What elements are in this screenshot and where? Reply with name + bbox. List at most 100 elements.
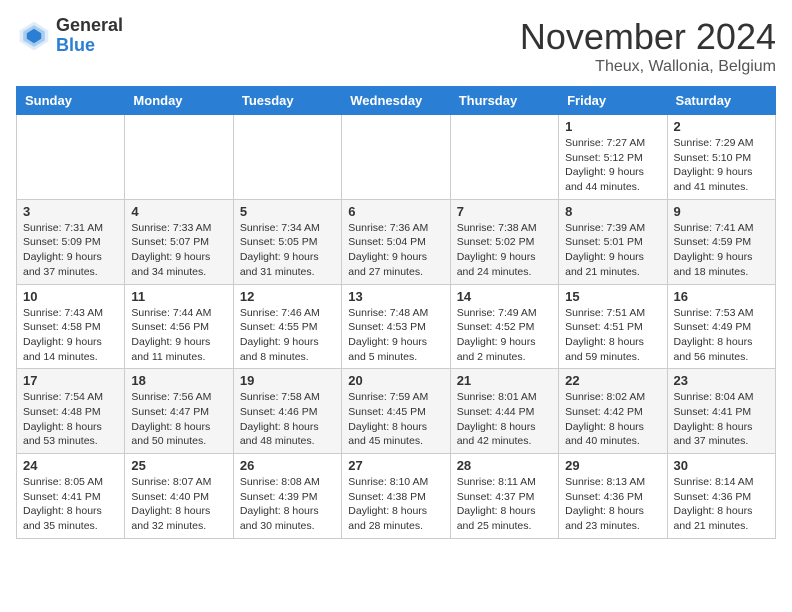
calendar-week-row: 10 Sunrise: 7:43 AM Sunset: 4:58 PM Dayli… (17, 284, 776, 369)
day-info: Sunrise: 7:34 AM Sunset: 5:05 PM Dayligh… (240, 221, 335, 280)
day-info: Sunrise: 7:58 AM Sunset: 4:46 PM Dayligh… (240, 390, 335, 449)
calendar-cell: 18Sunrise: 7:56 AM Sunset: 4:47 PM Dayli… (125, 369, 233, 454)
calendar-cell: 20Sunrise: 7:59 AM Sunset: 4:45 PM Dayli… (342, 369, 450, 454)
day-info: Sunrise: 7:31 AM Sunset: 5:09 PM Dayligh… (23, 221, 118, 280)
weekday-header: Friday (559, 87, 667, 115)
calendar-cell: 30Sunrise: 8:14 AM Sunset: 4:36 PM Dayli… (667, 454, 775, 539)
calendar-table: SundayMondayTuesdayWednesdayThursdayFrid… (16, 86, 776, 539)
day-info: Sunrise: 7:46 AM Sunset: 4:55 PM Dayligh… (240, 306, 335, 365)
day-info: Sunrise: 8:04 AM Sunset: 4:41 PM Dayligh… (674, 390, 769, 449)
calendar-cell: 21Sunrise: 8:01 AM Sunset: 4:44 PM Dayli… (450, 369, 558, 454)
day-number: 15 (565, 289, 660, 304)
day-info: Sunrise: 7:54 AM Sunset: 4:48 PM Dayligh… (23, 390, 118, 449)
day-info: Sunrise: 8:14 AM Sunset: 4:36 PM Dayligh… (674, 475, 769, 534)
calendar-cell: 13 Sunrise: 7:48 AM Sunset: 4:53 PM Dayli… (342, 284, 450, 369)
weekday-header: Sunday (17, 87, 125, 115)
calendar-cell: 25 Sunrise: 8:07 AM Sunset: 4:40 PM Dayli… (125, 454, 233, 539)
day-info: Sunrise: 7:51 AM Sunset: 4:51 PM Dayligh… (565, 306, 660, 365)
weekday-header: Thursday (450, 87, 558, 115)
day-number: 11 (131, 289, 226, 304)
calendar-header-row: SundayMondayTuesdayWednesdayThursdayFrid… (17, 87, 776, 115)
calendar-cell: 6 Sunrise: 7:36 AM Sunset: 5:04 PM Daylig… (342, 199, 450, 284)
page-header: General Blue November 2024 Theux, Wallon… (16, 16, 776, 76)
calendar-cell (17, 115, 125, 200)
day-number: 26 (240, 458, 335, 473)
day-info: Sunrise: 7:53 AM Sunset: 4:49 PM Dayligh… (674, 306, 769, 365)
calendar-cell: 8Sunrise: 7:39 AM Sunset: 5:01 PM Daylig… (559, 199, 667, 284)
day-info: Sunrise: 8:02 AM Sunset: 4:42 PM Dayligh… (565, 390, 660, 449)
calendar-cell: 16 Sunrise: 7:53 AM Sunset: 4:49 PM Dayli… (667, 284, 775, 369)
day-info: Sunrise: 7:39 AM Sunset: 5:01 PM Dayligh… (565, 221, 660, 280)
calendar-cell: 9Sunrise: 7:41 AM Sunset: 4:59 PM Daylig… (667, 199, 775, 284)
day-number: 7 (457, 204, 552, 219)
weekday-header: Wednesday (342, 87, 450, 115)
day-info: Sunrise: 8:10 AM Sunset: 4:38 PM Dayligh… (348, 475, 443, 534)
calendar-cell (125, 115, 233, 200)
day-number: 25 (131, 458, 226, 473)
calendar-cell: 5 Sunrise: 7:34 AM Sunset: 5:05 PM Daylig… (233, 199, 341, 284)
calendar-cell (342, 115, 450, 200)
calendar-cell: 19Sunrise: 7:58 AM Sunset: 4:46 PM Dayli… (233, 369, 341, 454)
day-number: 1 (565, 119, 660, 134)
day-number: 27 (348, 458, 443, 473)
day-info: Sunrise: 7:29 AM Sunset: 5:10 PM Dayligh… (674, 136, 769, 195)
calendar-cell: 26 Sunrise: 8:08 AM Sunset: 4:39 PM Dayli… (233, 454, 341, 539)
calendar-cell: 10 Sunrise: 7:43 AM Sunset: 4:58 PM Dayli… (17, 284, 125, 369)
weekday-header: Tuesday (233, 87, 341, 115)
calendar-cell: 2 Sunrise: 7:29 AM Sunset: 5:10 PM Daylig… (667, 115, 775, 200)
calendar-cell: 28Sunrise: 8:11 AM Sunset: 4:37 PM Dayli… (450, 454, 558, 539)
month-title: November 2024 (520, 16, 776, 58)
day-number: 17 (23, 373, 118, 388)
day-number: 29 (565, 458, 660, 473)
day-info: Sunrise: 7:38 AM Sunset: 5:02 PM Dayligh… (457, 221, 552, 280)
location-subtitle: Theux, Wallonia, Belgium (520, 58, 776, 76)
day-number: 6 (348, 204, 443, 219)
calendar-cell: 27 Sunrise: 8:10 AM Sunset: 4:38 PM Dayli… (342, 454, 450, 539)
calendar-cell: 29 Sunrise: 8:13 AM Sunset: 4:36 PM Dayli… (559, 454, 667, 539)
logo-text: General Blue (56, 16, 123, 56)
logo-icon (16, 18, 52, 54)
calendar-week-row: 3 Sunrise: 7:31 AM Sunset: 5:09 PM Daylig… (17, 199, 776, 284)
day-number: 2 (674, 119, 769, 134)
day-number: 22 (565, 373, 660, 388)
calendar-cell (233, 115, 341, 200)
day-info: Sunrise: 7:48 AM Sunset: 4:53 PM Dayligh… (348, 306, 443, 365)
calendar-cell: 17 Sunrise: 7:54 AM Sunset: 4:48 PM Dayli… (17, 369, 125, 454)
day-number: 10 (23, 289, 118, 304)
logo-general: General (56, 16, 123, 36)
day-number: 23 (674, 373, 769, 388)
calendar-cell: 7 Sunrise: 7:38 AM Sunset: 5:02 PM Daylig… (450, 199, 558, 284)
day-info: Sunrise: 7:44 AM Sunset: 4:56 PM Dayligh… (131, 306, 226, 365)
calendar-cell: 1Sunrise: 7:27 AM Sunset: 5:12 PM Daylig… (559, 115, 667, 200)
day-number: 9 (674, 204, 769, 219)
day-number: 14 (457, 289, 552, 304)
day-info: Sunrise: 8:07 AM Sunset: 4:40 PM Dayligh… (131, 475, 226, 534)
day-number: 3 (23, 204, 118, 219)
day-number: 4 (131, 204, 226, 219)
calendar-cell: 23 Sunrise: 8:04 AM Sunset: 4:41 PM Dayli… (667, 369, 775, 454)
day-info: Sunrise: 8:01 AM Sunset: 4:44 PM Dayligh… (457, 390, 552, 449)
day-number: 16 (674, 289, 769, 304)
day-info: Sunrise: 7:36 AM Sunset: 5:04 PM Dayligh… (348, 221, 443, 280)
logo: General Blue (16, 16, 123, 56)
day-number: 28 (457, 458, 552, 473)
calendar-cell: 24Sunrise: 8:05 AM Sunset: 4:41 PM Dayli… (17, 454, 125, 539)
calendar-cell: 12 Sunrise: 7:46 AM Sunset: 4:55 PM Dayli… (233, 284, 341, 369)
day-number: 5 (240, 204, 335, 219)
calendar-cell: 15 Sunrise: 7:51 AM Sunset: 4:51 PM Dayli… (559, 284, 667, 369)
day-number: 24 (23, 458, 118, 473)
calendar-cell: 3 Sunrise: 7:31 AM Sunset: 5:09 PM Daylig… (17, 199, 125, 284)
weekday-header: Saturday (667, 87, 775, 115)
calendar-cell (450, 115, 558, 200)
day-info: Sunrise: 8:08 AM Sunset: 4:39 PM Dayligh… (240, 475, 335, 534)
day-info: Sunrise: 7:43 AM Sunset: 4:58 PM Dayligh… (23, 306, 118, 365)
day-info: Sunrise: 7:56 AM Sunset: 4:47 PM Dayligh… (131, 390, 226, 449)
calendar-week-row: 17 Sunrise: 7:54 AM Sunset: 4:48 PM Dayli… (17, 369, 776, 454)
logo-blue: Blue (56, 36, 123, 56)
calendar-cell: 11 Sunrise: 7:44 AM Sunset: 4:56 PM Dayli… (125, 284, 233, 369)
day-number: 13 (348, 289, 443, 304)
day-info: Sunrise: 8:13 AM Sunset: 4:36 PM Dayligh… (565, 475, 660, 534)
day-number: 12 (240, 289, 335, 304)
calendar-cell: 14Sunrise: 7:49 AM Sunset: 4:52 PM Dayli… (450, 284, 558, 369)
weekday-header: Monday (125, 87, 233, 115)
